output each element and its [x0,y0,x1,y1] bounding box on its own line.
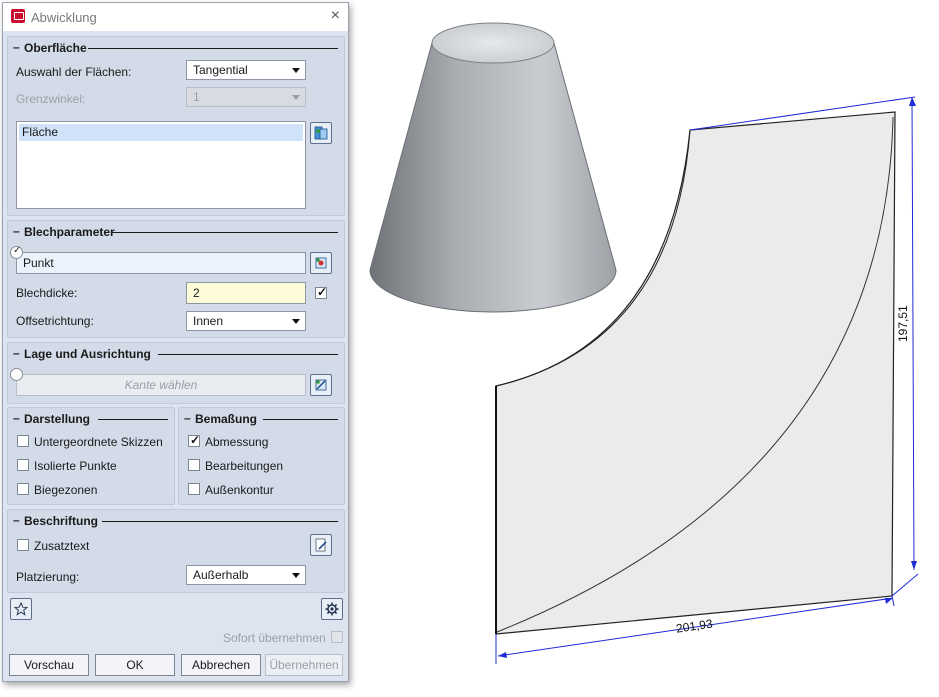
dimension-height-label: 197,51 [896,305,910,342]
divider [98,419,168,420]
edit-text-icon [315,538,327,552]
select-point-icon [315,257,327,269]
star-icon [14,602,28,616]
auswahl-label: Auswahl der Flächen: [16,65,132,79]
chevron-down-icon [292,319,300,324]
divider [88,48,338,49]
collapse-icon[interactable]: – [13,513,20,527]
kante-status-icon [10,368,23,381]
platzierung-value: Außerhalb [193,568,249,582]
sofort-label: Sofort übernehmen [223,631,326,645]
select-face-icon [314,126,328,140]
biegezonen-checkbox[interactable] [17,483,29,495]
isolierte-punkte-checkbox[interactable] [17,459,29,471]
edit-text-button[interactable] [310,534,332,556]
cone-model[interactable] [369,22,617,313]
aussenkontur-checkbox[interactable] [188,483,200,495]
section-title: Oberfläche [24,41,87,55]
select-face-button[interactable] [310,122,332,144]
flaechen-list[interactable]: Fläche [16,121,306,209]
blechdicke-checkbox[interactable] [315,285,327,299]
isolierte-punkte-label: Isolierte Punkte [34,459,117,473]
section-beschriftung: – Beschriftung Zusatztext Platzierung: A… [7,509,345,593]
section-blechparameter: – Blechparameter Punkt Blechdicke: 2 Off… [7,220,345,338]
collapse-icon[interactable]: – [184,411,191,425]
grenzwinkel-label: Grenzwinkel: [16,92,86,106]
app-logo-icon [11,9,25,23]
section-title: Bemaßung [195,412,258,426]
untergeordnete-skizzen-label: Untergeordnete Skizzen [34,435,163,449]
divider [112,232,338,233]
auswahl-value: Tangential [193,63,248,77]
blechdicke-label: Blechdicke: [16,286,78,300]
platzierung-label: Platzierung: [16,570,80,584]
bearbeitungen-label: Bearbeitungen [205,459,284,473]
settings-button[interactable] [321,598,343,620]
section-title: Lage und Ausrichtung [24,347,151,361]
section-bemassung: – Bemaßung Abmessung Bearbeitungen Außen… [178,407,345,505]
uebernehmen-button[interactable]: Übernehmen [265,654,343,676]
section-darstellung: – Darstellung Untergeordnete Skizzen Iso… [7,407,175,505]
section-header: – Oberfläche [12,40,338,55]
abmessung-label: Abmessung [205,435,269,449]
select-edge-icon [315,379,327,391]
aussenkontur-label: Außenkontur [205,483,274,497]
offsetrichtung-value: Innen [193,314,224,328]
punkt-value: Punkt [23,256,54,270]
abmessung-checkbox[interactable] [188,433,200,447]
kante-field[interactable]: Kante wählen [16,374,306,396]
favorite-button[interactable] [10,598,32,620]
ok-button[interactable]: OK [95,654,175,676]
blechdicke-value: 2 [193,286,200,300]
chevron-down-icon [292,573,300,578]
sofort-checkbox[interactable] [331,631,343,643]
offsetrichtung-dropdown[interactable]: Innen [186,311,306,331]
platzierung-dropdown[interactable]: Außerhalb [186,565,306,585]
section-title: Beschriftung [24,514,99,528]
dimension-width-label: 201,93 [675,616,714,635]
chevron-down-icon [292,95,300,100]
biegezonen-label: Biegezonen [34,483,98,497]
section-title: Blechparameter [24,225,115,239]
gear-icon [325,602,339,616]
grenzwinkel-dropdown[interactable]: 1 [186,87,306,107]
auswahl-dropdown[interactable]: Tangential [186,60,306,80]
collapse-icon[interactable]: – [13,346,20,360]
section-header: – Darstellung [12,411,168,426]
title-bar: Abwicklung × [3,3,348,31]
section-header: – Beschriftung [12,513,338,528]
collapse-icon[interactable]: – [13,224,20,238]
dialog-title: Abwicklung [31,10,97,25]
punkt-status-icon [10,245,23,259]
grenzwinkel-value: 1 [193,90,200,104]
select-edge-button[interactable] [310,374,332,396]
abwicklung-dialog: Abwicklung × – Oberfläche Auswahl der Fl… [2,2,349,682]
divider [102,521,338,522]
collapse-icon[interactable]: – [13,411,20,425]
section-lage: – Lage und Ausrichtung Kante wählen [7,342,345,404]
blechdicke-input[interactable]: 2 [186,282,306,304]
section-oberflaeche: – Oberfläche Auswahl der Flächen: Tangen… [7,36,345,216]
bearbeitungen-checkbox[interactable] [188,459,200,471]
chevron-down-icon [292,68,300,73]
divider [158,354,338,355]
vorschau-button[interactable]: Vorschau [9,654,89,676]
divider [263,419,338,420]
section-header: – Bemaßung [183,411,338,426]
collapse-icon[interactable]: – [13,40,20,54]
abbrechen-button[interactable]: Abbrechen [181,654,261,676]
punkt-field[interactable]: Punkt [16,252,306,274]
kante-placeholder: Kante wählen [124,378,198,392]
select-point-button[interactable] [310,252,332,274]
zusatztext-checkbox[interactable] [17,539,29,551]
model-viewport[interactable]: 201,93 197,51 [355,0,939,697]
section-header: – Lage und Ausrichtung [12,346,338,361]
untergeordnete-skizzen-checkbox[interactable] [17,435,29,447]
section-header: – Blechparameter [12,224,338,239]
offsetrichtung-label: Offsetrichtung: [16,314,94,328]
list-item[interactable]: Fläche [19,124,303,141]
zusatztext-label: Zusatztext [34,539,90,553]
close-icon[interactable]: × [331,7,340,25]
section-title: Darstellung [24,412,91,426]
